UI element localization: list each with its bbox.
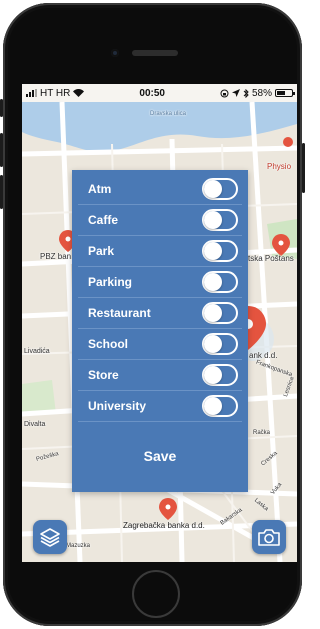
toggle-knob (204, 304, 222, 322)
lock-rotation-icon (220, 89, 229, 97)
filter-row-atm: Atm (78, 174, 242, 205)
status-left: HT HR (26, 87, 85, 99)
location-icon (231, 89, 240, 97)
layers-icon (40, 528, 60, 547)
toggle-knob (204, 397, 222, 415)
wifi-icon (73, 89, 85, 97)
filter-panel: Atm Caffe Park Parking Restaurant School Store… (72, 170, 248, 492)
layers-button[interactable] (33, 520, 67, 554)
toggle-knob (204, 366, 222, 384)
toggle-atm[interactable] (202, 178, 238, 200)
power-button (302, 143, 305, 193)
filter-row-caffe: Caffe (78, 205, 242, 236)
map-label-bank: ank d.d. (249, 351, 278, 360)
map-label-physio: Physio (267, 162, 292, 171)
map-label-dravska: Dravska ulica (150, 111, 187, 117)
status-bar: HT HR 00:50 58% (22, 84, 297, 102)
signal-icon (26, 89, 37, 97)
silent-switch (0, 99, 3, 117)
map-label-livadica: Livadića (24, 348, 50, 355)
earpiece-speaker (132, 50, 178, 56)
toggle-knob (204, 180, 222, 198)
volume-down-button (0, 175, 3, 209)
toggle-restaurant[interactable] (202, 302, 238, 324)
filter-label: Park (88, 244, 115, 258)
battery-percent: 58% (251, 87, 272, 99)
filter-row-store: Store (78, 360, 242, 391)
map-label-postanska: tska Poštans (248, 254, 294, 263)
map-label-pbz: PBZ ban (40, 252, 72, 261)
filter-label: Restaurant (88, 306, 151, 320)
filter-label: Caffe (88, 213, 119, 227)
filter-label: University (88, 399, 147, 413)
filter-label: Parking (88, 275, 133, 289)
volume-up-button (0, 133, 3, 167)
map-pin-physio (283, 137, 293, 147)
map-label-racka: Račka (253, 430, 271, 436)
filter-row-parking: Parking (78, 267, 242, 298)
map-label-zagrebacka: Zagrebačka banka d.d. (123, 521, 205, 530)
toggle-school[interactable] (202, 333, 238, 355)
carrier-name: HT HR (40, 87, 71, 99)
save-button[interactable]: Save (72, 434, 248, 478)
toggle-store[interactable] (202, 364, 238, 386)
toggle-park[interactable] (202, 240, 238, 262)
filter-row-university: University (78, 391, 242, 422)
status-right: 58% (220, 87, 295, 99)
bluetooth-icon (243, 88, 249, 98)
filter-label: Store (88, 368, 119, 382)
toggle-knob (204, 273, 222, 291)
toggle-parking[interactable] (202, 271, 238, 293)
filter-row-school: School (78, 329, 242, 360)
front-camera (111, 49, 119, 57)
map-label-mazuzka: Mazuzka (66, 543, 91, 549)
camera-icon (258, 529, 280, 546)
camera-button[interactable] (252, 520, 286, 554)
toggle-knob (204, 242, 222, 260)
home-button[interactable] (132, 570, 180, 618)
filter-label: Atm (88, 182, 112, 196)
filter-label: School (88, 337, 129, 351)
battery-icon (275, 89, 295, 97)
toggle-caffe[interactable] (202, 209, 238, 231)
toggle-university[interactable] (202, 395, 238, 417)
toggle-knob (204, 211, 222, 229)
status-time: 00:50 (139, 87, 165, 99)
toggle-knob (204, 335, 222, 353)
filter-row-park: Park (78, 236, 242, 267)
screen: Dravska ulica Physio PBZ ban tska Poštan… (22, 84, 297, 562)
battery-fill (277, 91, 285, 95)
filter-row-restaurant: Restaurant (78, 298, 242, 329)
map-label-divalta: Divalta (24, 421, 46, 428)
